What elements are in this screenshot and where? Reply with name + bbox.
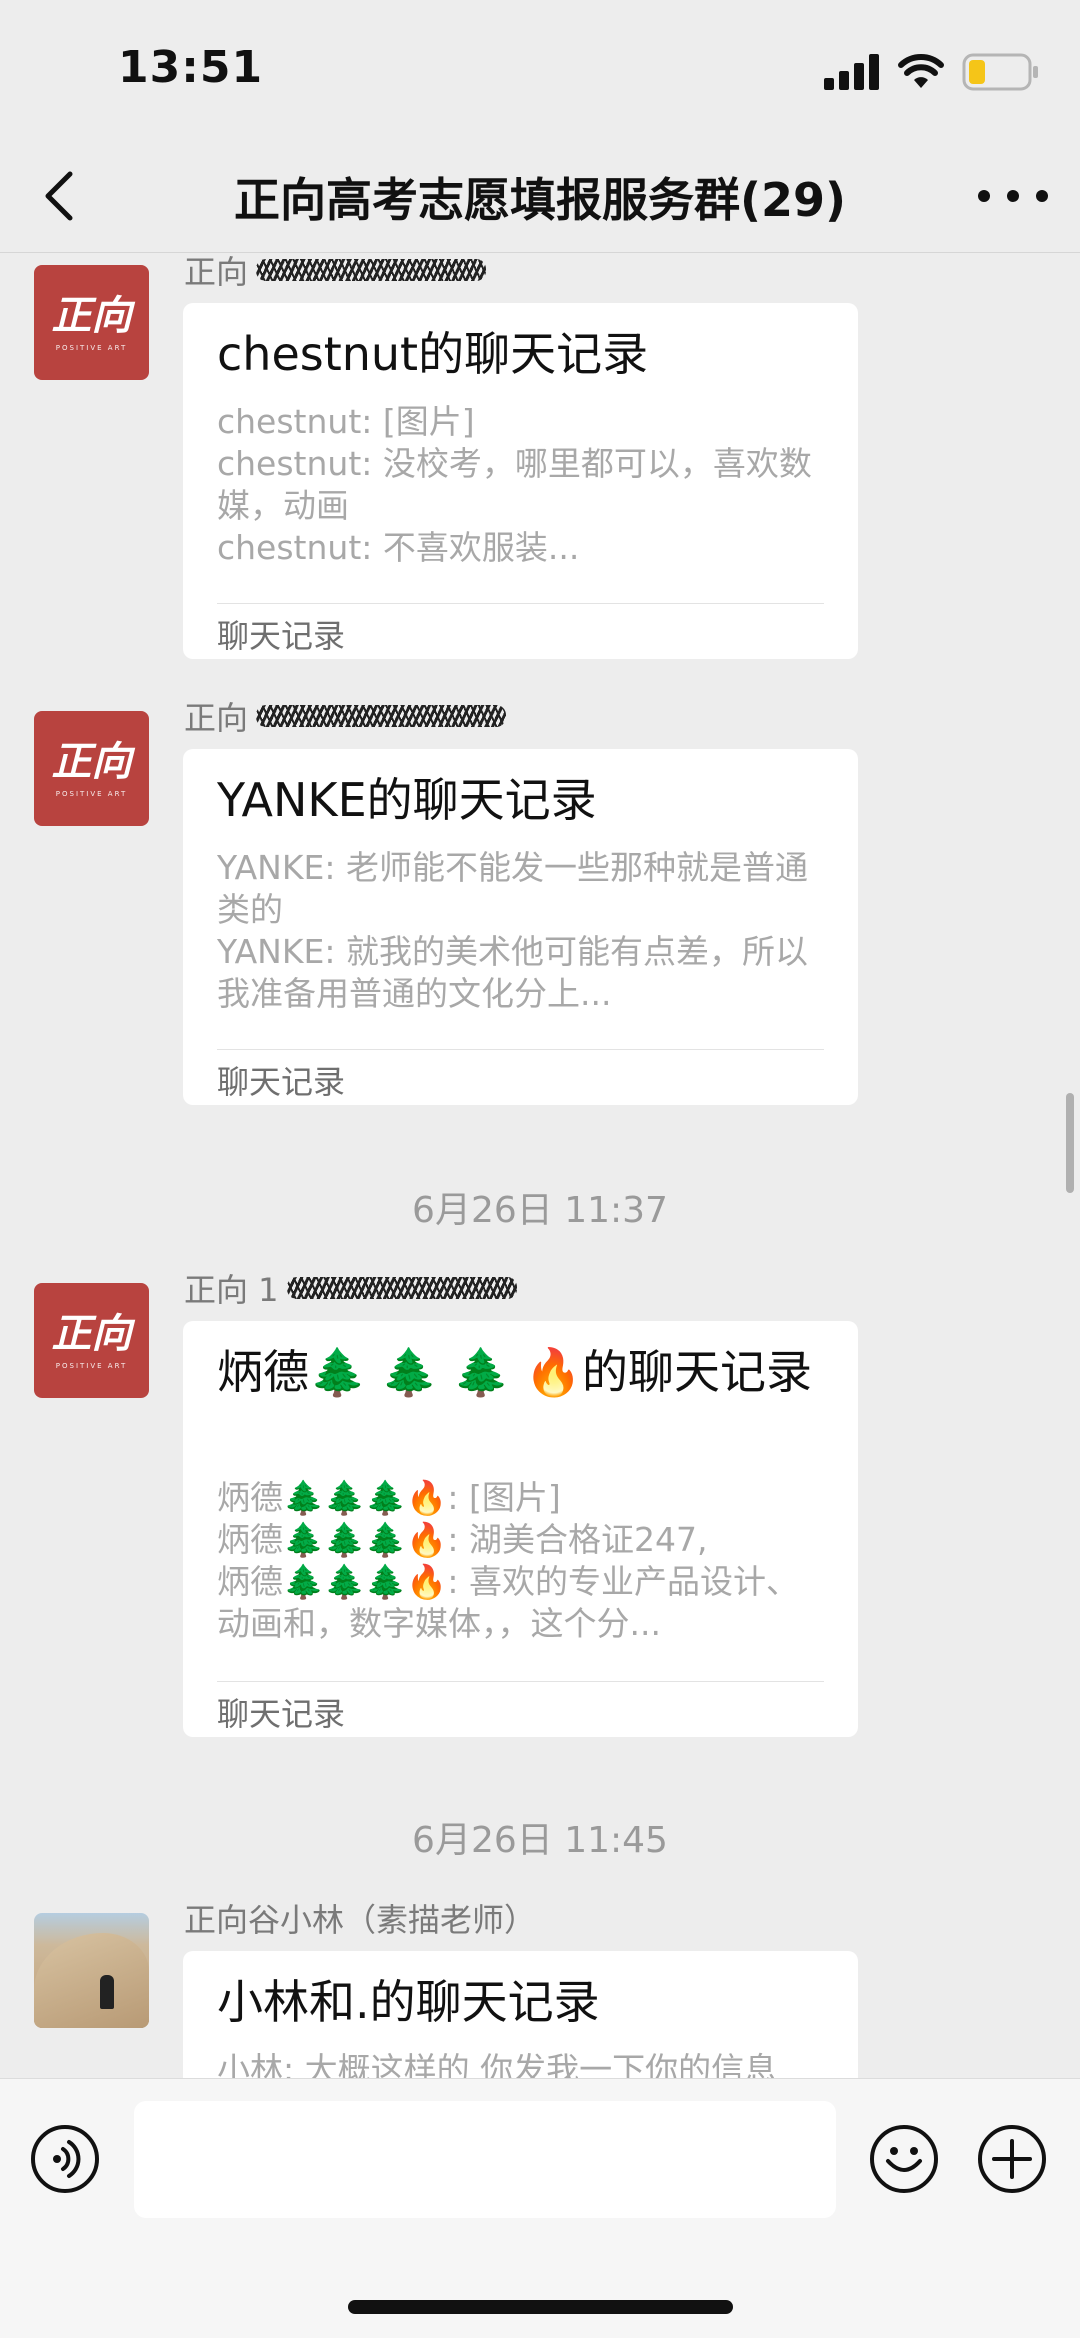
sender-name: 正向谷小林（素描老师） (184, 1901, 537, 1939)
card-preview: YANKE: 老师能不能发一些那种就是普通类的 YANKE: 就我的美术他可能有… (217, 848, 808, 1013)
card-title: chestnut的聊天记录 (217, 327, 649, 381)
battery-icon (962, 53, 1038, 91)
card-footer: 聊天记录 (217, 1063, 346, 1101)
plus-icon (992, 2139, 1032, 2179)
home-indicator[interactable] (348, 2300, 733, 2314)
sender-name: 正向 1 (184, 1265, 517, 1311)
card-divider (217, 1049, 824, 1050)
card-divider (217, 603, 824, 604)
avatar[interactable] (34, 1913, 149, 2028)
timestamp: 6月26日 11:45 (412, 1820, 668, 1861)
voice-icon (53, 2140, 81, 2178)
input-bar (0, 2078, 1080, 2338)
avatar[interactable]: 正向 POSITIVE ART (34, 265, 149, 380)
nav-bar: 正向高考志愿填报服务群(29) (0, 140, 1080, 253)
redaction-scribble (256, 705, 507, 727)
emoji-button[interactable] (870, 2125, 938, 2193)
timestamp: 6月26日 11:37 (412, 1190, 668, 1231)
chat-record-card[interactable]: YANKE的聊天记录 YANKE: 老师能不能发一些那种就是普通类的 YANKE… (183, 749, 858, 1105)
status-time: 13:51 (118, 42, 264, 93)
avatar[interactable]: 正向 POSITIVE ART (34, 1283, 149, 1398)
card-footer: 聊天记录 (217, 617, 346, 655)
status-bar: 13:51 (0, 0, 1080, 140)
card-title: YANKE的聊天记录 (217, 773, 597, 827)
voice-button[interactable] (31, 2125, 99, 2193)
chat-title: 正向高考志愿填报服务群(29) (233, 173, 847, 227)
more-icon (978, 190, 990, 202)
sender-name: 正向 (184, 693, 507, 739)
redaction-scribble (256, 259, 487, 281)
status-icons (824, 50, 1040, 94)
card-title: 炳德🌲 🌲 🌲 🔥的聊天记录 (217, 1345, 812, 1399)
redaction-scribble (286, 1277, 517, 1299)
emoji-icon (886, 2147, 922, 2172)
avatar[interactable]: 正向 POSITIVE ART (34, 711, 149, 826)
chat-record-card[interactable]: 小林和.的聊天记录 小林: 大概这样的 你发我一下你的信息 (183, 1951, 858, 2078)
chat-record-card[interactable]: 炳德🌲 🌲 🌲 🔥的聊天记录 炳德🌲🌲🌲🔥: [图片] 炳德🌲🌲🌲🔥: 湖美合格… (183, 1321, 858, 1737)
card-divider (217, 1681, 824, 1682)
more-button[interactable] (978, 168, 1048, 224)
wifi-icon (898, 54, 944, 88)
card-footer: 聊天记录 (217, 1695, 346, 1733)
chat-list[interactable]: 正向 POSITIVE ART 正向 chestnut的聊天记录 chestnu… (0, 253, 1080, 2078)
card-preview: chestnut: [图片] chestnut: 没校考，哪里都可以，喜欢数媒，… (217, 402, 812, 567)
scrollbar[interactable] (1066, 1093, 1074, 1193)
plus-button[interactable] (978, 2125, 1046, 2193)
card-title: 小林和.的聊天记录 (217, 1975, 600, 2029)
chat-record-card[interactable]: chestnut的聊天记录 chestnut: [图片] chestnut: 没… (183, 303, 858, 659)
sender-name: 正向 (184, 253, 487, 293)
card-preview: 炳德🌲🌲🌲🔥: [图片] 炳德🌲🌲🌲🔥: 湖美合格证247, 炳德🌲🌲🌲🔥: 喜… (217, 1478, 799, 1643)
signal-icon (824, 54, 879, 90)
message-input[interactable] (134, 2101, 836, 2218)
card-preview: 小林: 大概这样的 你发我一下你的信息 (217, 2050, 778, 2078)
